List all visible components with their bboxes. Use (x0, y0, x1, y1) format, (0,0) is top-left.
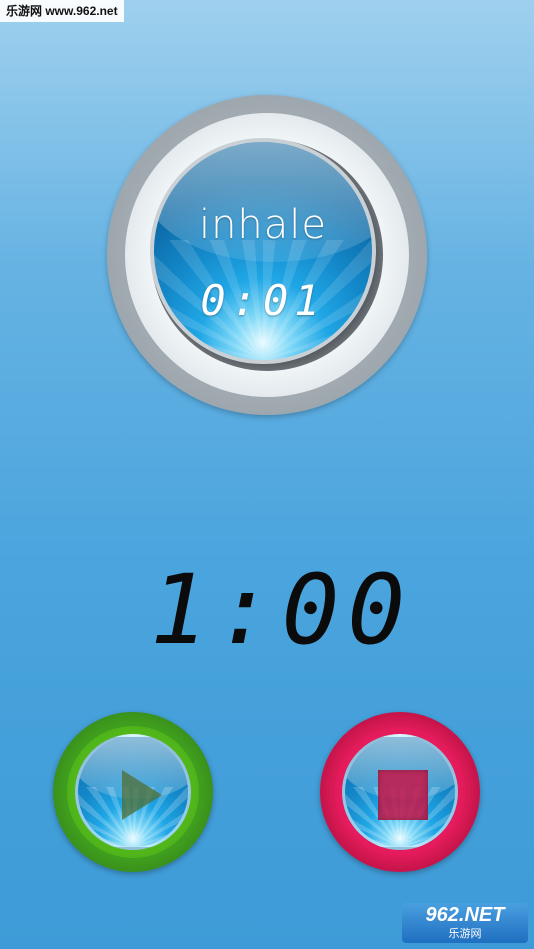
play-icon (122, 770, 162, 820)
stop-icon (378, 770, 428, 820)
total-timer: 1:00 (150, 554, 414, 666)
stop-button-face (342, 734, 458, 850)
play-button-face (75, 734, 191, 850)
dial-face: inhale 0:01 (150, 138, 376, 364)
watermark-bottom: 962.NET 乐游网 (402, 903, 528, 943)
watermark-sub: 乐游网 (448, 928, 482, 940)
phase-label: inhale (198, 202, 328, 248)
phase-time: 0:01 (200, 276, 326, 325)
watermark-top: 乐游网 www.962.net (0, 0, 124, 22)
play-button[interactable] (53, 712, 213, 872)
breathing-dial: inhale 0:01 (107, 95, 427, 415)
watermark-brand: 962.NET (425, 904, 505, 926)
stop-button[interactable] (320, 712, 480, 872)
